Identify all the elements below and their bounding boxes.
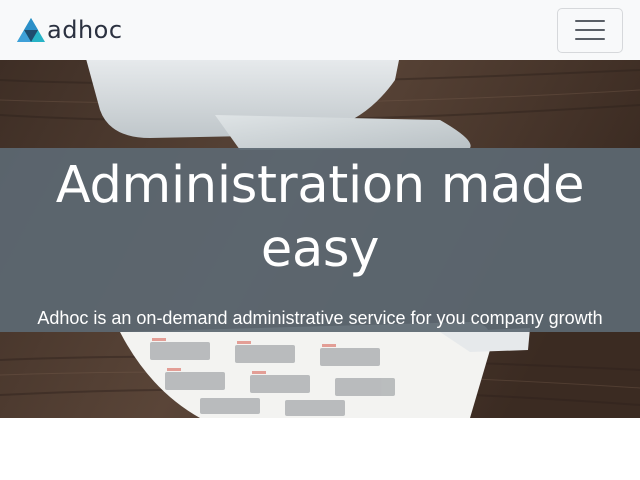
brand-name: adhoc [47,16,123,44]
hamburger-menu-icon-bar [575,38,605,40]
brand-link[interactable]: adhoc [16,17,123,43]
hamburger-menu-icon [575,20,605,22]
hamburger-menu-icon-bar [575,29,605,31]
hero-section: Administration made easy Adhoc is an on-… [0,60,640,418]
triangle-logo-icon [17,18,45,42]
page-content-area [0,418,640,480]
hero-subtitle: Adhoc is an on-demand administrative ser… [37,308,603,328]
hamburger-menu-button[interactable] [557,7,623,53]
navbar: adhoc [0,0,640,60]
hero-title: Administration made easy [55,156,585,279]
